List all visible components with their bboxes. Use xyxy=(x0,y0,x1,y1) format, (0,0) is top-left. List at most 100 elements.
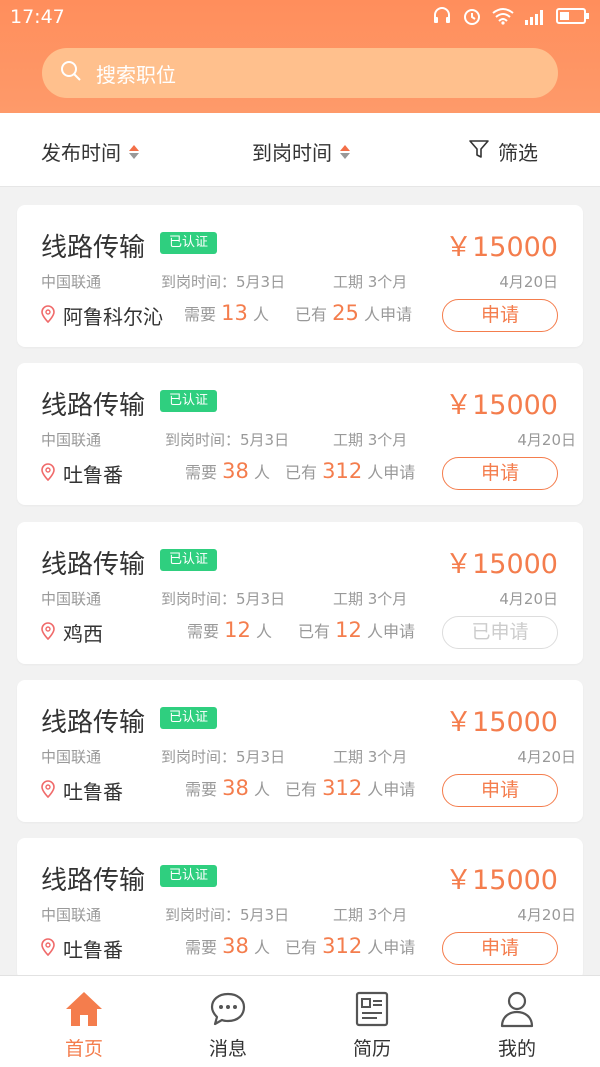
need-count: 38 xyxy=(222,934,249,958)
applied-unit: 人申请 xyxy=(366,622,415,641)
job-title: 线路传输 xyxy=(41,866,146,896)
job-salary: ￥15000 xyxy=(445,390,558,421)
tab-label: 简历 xyxy=(352,1038,391,1060)
job-start-date: 到岗时间：5月3日 xyxy=(165,431,290,449)
need-unit: 人 xyxy=(253,780,270,799)
need-label: 需要 xyxy=(184,305,217,324)
filter-label: 发布时间 xyxy=(41,141,121,165)
applied-count: 312 xyxy=(322,934,363,958)
applied-count: 312 xyxy=(322,776,363,800)
job-salary: ￥15000 xyxy=(445,707,558,738)
job-applied: 已有 25 人申请 xyxy=(295,301,412,325)
job-post-date: 4月20日 xyxy=(499,273,558,291)
job-applied: 已有 312 人申请 xyxy=(285,776,415,800)
signal-icon xyxy=(524,8,546,30)
tab-label: 我的 xyxy=(497,1038,536,1060)
apply-button[interactable]: 申请 xyxy=(442,932,558,965)
sort-icon xyxy=(129,144,139,159)
funnel-icon xyxy=(468,138,490,165)
verified-badge: 已认证 xyxy=(160,549,217,571)
need-unit: 人 xyxy=(255,622,272,641)
need-unit: 人 xyxy=(253,463,270,482)
job-need: 需要 38 人 xyxy=(185,934,270,958)
job-need: 需要 13 人 xyxy=(184,301,269,325)
job-need: 需要 12 人 xyxy=(187,618,272,642)
filter-bar: 发布时间 到岗时间 筛选 xyxy=(0,113,600,187)
job-duration: 工期 3个月 xyxy=(333,590,408,608)
wifi-icon xyxy=(492,7,514,30)
location-text: 鸡西 xyxy=(63,622,103,646)
applied-label: 已有 xyxy=(285,780,318,799)
tab-messages[interactable]: 消息 xyxy=(178,988,278,1061)
need-count: 38 xyxy=(222,776,249,800)
need-label: 需要 xyxy=(185,780,218,799)
applied-unit: 人申请 xyxy=(367,463,416,482)
job-post-date: 4月20日 xyxy=(517,906,576,924)
sort-icon xyxy=(340,144,350,159)
verified-badge: 已认证 xyxy=(160,707,217,729)
location-text: 阿鲁科尔沁 xyxy=(63,305,163,329)
job-start-date: 到岗时间：5月3日 xyxy=(165,906,290,924)
job-list[interactable]: 线路传输 已认证 ￥15000 中国联通 到岗时间：5月3日 工期 3个月 4月… xyxy=(0,187,600,975)
applied-label: 已有 xyxy=(295,305,328,324)
job-location: 吐鲁番 xyxy=(41,459,123,488)
need-label: 需要 xyxy=(187,622,220,641)
job-salary: ￥15000 xyxy=(445,232,558,263)
location-pin-icon xyxy=(41,621,55,645)
filter-label: 到岗时间 xyxy=(252,141,332,165)
need-label: 需要 xyxy=(185,463,218,482)
chat-bubble-icon xyxy=(178,988,278,1030)
apply-button[interactable]: 申请 xyxy=(442,457,558,490)
job-title: 线路传输 xyxy=(41,708,146,738)
job-card[interactable]: 线路传输 已认证 ￥15000 中国联通 到岗时间：5月3日 工期 3个月 4月… xyxy=(17,363,583,505)
status-bar: 17:47 xyxy=(0,0,600,34)
tab-profile[interactable]: 我的 xyxy=(467,988,567,1061)
need-unit: 人 xyxy=(252,305,269,324)
filter-label: 筛选 xyxy=(498,141,538,165)
need-count: 12 xyxy=(224,618,251,642)
job-post-date: 4月20日 xyxy=(517,431,576,449)
tab-label: 消息 xyxy=(208,1038,247,1060)
job-duration: 工期 3个月 xyxy=(333,748,408,766)
search-input[interactable]: 搜索职位 xyxy=(42,48,558,98)
bottom-tab-bar: 首页 消息 简历 我的 xyxy=(0,975,600,1067)
filter-arrival-time[interactable]: 到岗时间 xyxy=(252,137,350,166)
applied-label: 已有 xyxy=(285,938,318,957)
applied-unit: 人申请 xyxy=(367,938,416,957)
job-company: 中国联通 xyxy=(41,906,102,924)
location-pin-icon xyxy=(41,779,55,803)
job-duration: 工期 3个月 xyxy=(333,431,408,449)
job-company: 中国联通 xyxy=(41,273,102,291)
filter-publish-time[interactable]: 发布时间 xyxy=(41,137,139,166)
alarm-icon xyxy=(462,6,482,31)
status-icons xyxy=(432,6,590,31)
job-start-date: 到岗时间：5月3日 xyxy=(161,590,286,608)
applied-count: 312 xyxy=(322,459,363,483)
job-card[interactable]: 线路传输 已认证 ￥15000 中国联通 到岗时间：5月3日 工期 3个月 4月… xyxy=(17,838,583,975)
verified-badge: 已认证 xyxy=(160,232,217,254)
tab-resume[interactable]: 简历 xyxy=(322,988,422,1061)
job-location: 阿鲁科尔沁 xyxy=(41,301,163,330)
applied-label: 已有 xyxy=(285,463,318,482)
need-count: 38 xyxy=(222,459,249,483)
job-card[interactable]: 线路传输 已认证 ￥15000 中国联通 到岗时间：5月3日 工期 3个月 4月… xyxy=(17,522,583,664)
location-pin-icon xyxy=(41,937,55,961)
job-card[interactable]: 线路传输 已认证 ￥15000 中国联通 到岗时间：5月3日 工期 3个月 4月… xyxy=(17,205,583,347)
filter-button[interactable]: 筛选 xyxy=(468,137,538,166)
apply-button[interactable]: 申请 xyxy=(442,299,558,332)
applied-button[interactable]: 已申请 xyxy=(442,616,558,649)
header: 17:47 搜索职位 xyxy=(0,0,600,113)
job-duration: 工期 3个月 xyxy=(333,906,408,924)
location-pin-icon xyxy=(41,304,55,328)
job-applied: 已有 312 人申请 xyxy=(285,459,415,483)
job-card[interactable]: 线路传输 已认证 ￥15000 中国联通 到岗时间：5月3日 工期 3个月 4月… xyxy=(17,680,583,822)
tab-home[interactable]: 首页 xyxy=(34,988,134,1061)
need-label: 需要 xyxy=(185,938,218,957)
job-company: 中国联通 xyxy=(41,590,102,608)
job-post-date: 4月20日 xyxy=(517,748,576,766)
job-need: 需要 38 人 xyxy=(185,459,270,483)
battery-icon xyxy=(556,7,590,30)
apply-button[interactable]: 申请 xyxy=(442,774,558,807)
job-start-date: 到岗时间：5月3日 xyxy=(161,748,286,766)
search-icon xyxy=(60,60,82,87)
